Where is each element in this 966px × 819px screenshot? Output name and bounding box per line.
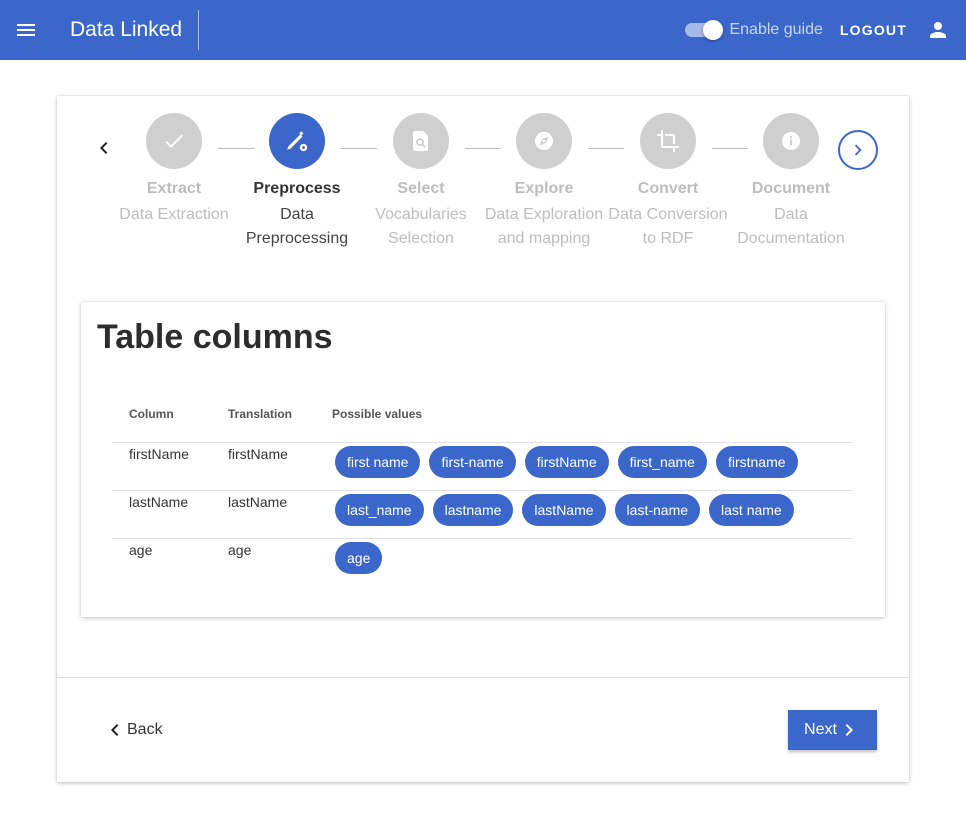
crop-icon	[657, 130, 679, 152]
menu-button[interactable]	[0, 0, 52, 60]
step-title: Convert	[637, 180, 699, 197]
value-chip[interactable]: first_name	[617, 445, 707, 478]
cell-possible-values: last_name lastname lastName last-name last n…	[316, 489, 852, 538]
step-title: Extract	[146, 180, 202, 197]
table-row: age age age	[113, 537, 852, 586]
back-button[interactable]: Back	[103, 710, 163, 750]
check-icon	[165, 134, 183, 148]
header-translation: Translation	[228, 406, 293, 421]
value-chip[interactable]: age	[335, 541, 383, 574]
account-icon	[930, 22, 946, 38]
value-chip[interactable]: last-name	[614, 493, 701, 526]
step-document[interactable]: Document Data Documentation	[729, 113, 853, 251]
table-row: lastName lastName last_name lastname lastN…	[113, 489, 852, 538]
compass-icon	[535, 132, 553, 150]
app-title: Data Linked	[70, 10, 200, 50]
value-chip[interactable]: firstName	[524, 445, 609, 478]
chevron-right-icon	[845, 724, 853, 736]
value-chip[interactable]: first name	[335, 445, 421, 478]
chevron-right-icon	[854, 144, 862, 156]
step-subtitle: Vocabularies Selection	[375, 206, 467, 247]
edit-settings-icon	[287, 131, 308, 152]
table-columns-card: Table columns Column Translation Possibl…	[81, 302, 885, 617]
stepper-next-button[interactable]	[838, 130, 878, 170]
value-chip[interactable]: lastname	[432, 493, 514, 526]
cell-translation: firstName	[212, 441, 316, 490]
value-chip[interactable]: first-name	[429, 445, 516, 478]
cell-column: lastName	[113, 489, 212, 538]
step-subtitle: Data Documentation	[737, 206, 845, 247]
step-title: Document	[751, 180, 831, 197]
account-button[interactable]	[916, 8, 960, 52]
logout-button[interactable]: LOGOUT	[833, 14, 914, 46]
app-bar: Data Linked Enable guide LOGOUT	[0, 0, 966, 60]
toggle-knob	[703, 20, 724, 40]
step-circle	[763, 113, 819, 169]
value-chip[interactable]: firstname	[715, 445, 798, 478]
next-label: Next	[804, 721, 837, 738]
step-title: Select	[397, 180, 445, 197]
value-chip[interactable]: lastName	[522, 493, 606, 526]
guide-toggle[interactable]	[685, 20, 724, 40]
cell-possible-values: age	[316, 537, 852, 586]
step-convert[interactable]: Convert Data Conversion to RDF	[606, 113, 730, 251]
cell-column: age	[113, 537, 212, 586]
cell-translation: lastName	[212, 489, 316, 538]
table-header-row: Column Translation Possible values	[113, 386, 852, 442]
step-subtitle: Data Conversion to RDF	[608, 206, 728, 247]
info-icon	[782, 132, 800, 150]
footer-divider	[57, 677, 909, 678]
step-preprocess[interactable]: Preprocess Data Preprocessing	[235, 113, 359, 251]
table-row: firstName firstName first name first-name…	[113, 441, 852, 490]
step-circle	[269, 113, 325, 169]
next-button[interactable]: Next	[788, 710, 877, 750]
chevron-left-icon	[111, 724, 119, 736]
header-possible-values: Possible values	[332, 406, 423, 421]
step-circle	[516, 113, 572, 169]
main-card: Extract Data Extraction Preprocess Data …	[57, 96, 909, 782]
header-column: Column	[129, 406, 174, 421]
cell-column: firstName	[113, 441, 212, 490]
guide-label: Enable guide	[729, 21, 823, 38]
step-title: Preprocess	[253, 180, 341, 197]
step-title: Explore	[514, 180, 574, 197]
find-in-page-icon	[413, 131, 428, 151]
cell-possible-values: first name first-name firstName first_name f…	[316, 441, 852, 490]
step-subtitle: Data Exploration and mapping	[484, 206, 604, 247]
card-title: Table columns	[97, 318, 333, 356]
step-circle	[146, 113, 202, 169]
columns-table: Column Translation Possible values first…	[113, 386, 852, 586]
step-circle	[393, 113, 449, 169]
cell-translation: age	[212, 537, 316, 586]
step-subtitle: Data Preprocessing	[245, 206, 349, 247]
back-label: Back	[127, 721, 163, 738]
step-select[interactable]: Select Vocabularies Selection	[359, 113, 483, 251]
value-chip[interactable]: last name	[709, 493, 794, 526]
step-circle	[640, 113, 696, 169]
step-explore[interactable]: Explore Data Exploration and mapping	[482, 113, 606, 251]
value-chip[interactable]: last_name	[335, 493, 424, 526]
menu-icon	[17, 24, 35, 36]
step-extract[interactable]: Extract Data Extraction	[112, 113, 236, 227]
step-subtitle: Data Extraction	[119, 206, 229, 223]
